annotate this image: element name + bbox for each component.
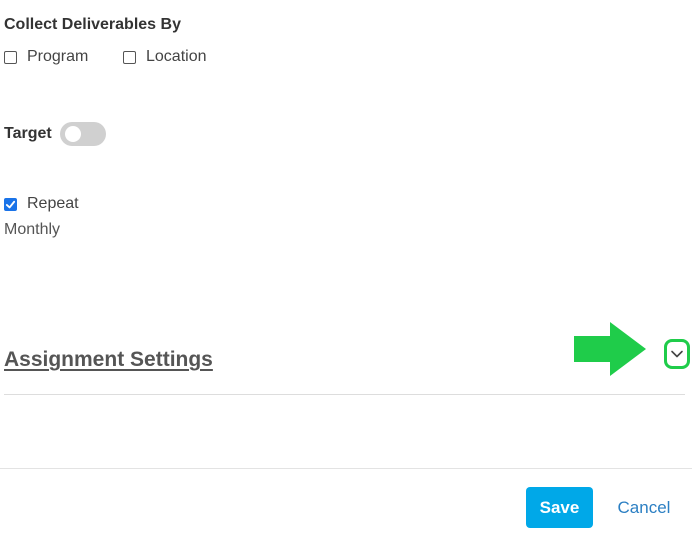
program-label: Program (27, 48, 89, 65)
repeat-checkbox[interactable] (4, 197, 17, 211)
cancel-button[interactable]: Cancel (610, 487, 678, 528)
location-option[interactable]: Location (123, 48, 207, 66)
chevron-down-icon (671, 350, 683, 358)
repeat-frequency: Monthly (4, 221, 61, 238)
assignment-settings-title[interactable]: Assignment Settings (4, 348, 213, 372)
arrow-right-icon (574, 322, 646, 376)
form-page: Collect Deliverables By Program Location… (0, 0, 692, 545)
toggle-knob (65, 126, 81, 142)
repeat-option[interactable]: Repeat (4, 195, 79, 213)
program-option[interactable]: Program (4, 48, 88, 66)
location-checkbox[interactable] (123, 50, 136, 64)
section-divider (4, 394, 685, 395)
checkmark-icon (5, 200, 16, 208)
assignment-expand-button[interactable] (664, 339, 690, 369)
location-label: Location (146, 48, 207, 65)
target-toggle[interactable] (60, 122, 106, 146)
save-button[interactable]: Save (526, 487, 593, 528)
collect-deliverables-title: Collect Deliverables By (4, 16, 181, 33)
footer-divider (0, 468, 692, 469)
repeat-label: Repeat (27, 195, 79, 212)
program-checkbox[interactable] (4, 50, 17, 64)
target-label: Target (4, 125, 52, 142)
